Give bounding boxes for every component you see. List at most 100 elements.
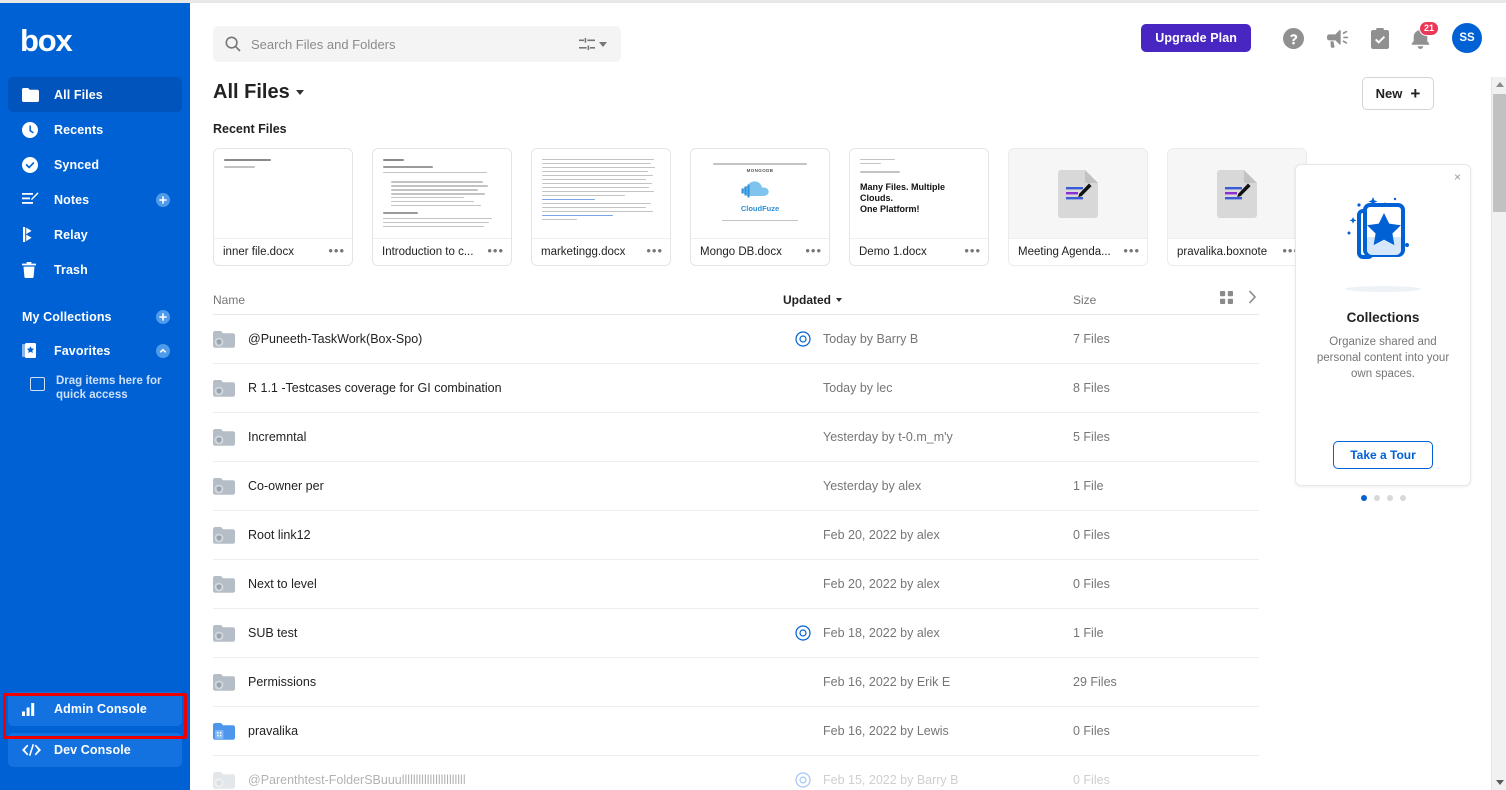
code-icon [22, 741, 42, 759]
row-name-cell: Incremntal [213, 428, 783, 446]
carousel-dot[interactable] [1399, 495, 1406, 501]
demo-thumb-line: Many Files. Multiple [860, 181, 946, 192]
sidebar-item-synced[interactable]: Synced [8, 147, 182, 182]
boxnote-icon [1058, 169, 1098, 218]
search-input[interactable] [251, 36, 579, 52]
plus-circle-icon[interactable] [156, 192, 170, 207]
row-name-cell: SUB test [213, 624, 783, 642]
row-name: Permissions [248, 675, 317, 689]
shared-link-icon[interactable] [783, 625, 823, 641]
chevron-up-circle-icon[interactable] [156, 343, 170, 358]
recent-file-card[interactable]: Introduction to c... ••• [372, 148, 512, 266]
column-header-name[interactable]: Name [213, 293, 783, 307]
sidebar-bottom-consoles: Admin Console Dev Console [0, 692, 190, 774]
sidebar-item-trash[interactable]: Trash [8, 252, 182, 287]
file-overflow-menu-icon[interactable]: ••• [805, 244, 822, 260]
check-circle-icon [22, 156, 42, 174]
take-a-tour-button[interactable]: Take a Tour [1333, 441, 1433, 469]
close-icon[interactable]: × [1454, 171, 1461, 183]
plus-icon: + [1410, 84, 1421, 103]
collections-illustration [1329, 191, 1437, 280]
row-size: 7 Files [1073, 332, 1110, 346]
sidebar-collections-list: Favorites [0, 333, 190, 368]
new-button[interactable]: New + [1362, 77, 1434, 110]
recent-file-card[interactable]: MONGODB CloudFuze Mongo DB.docx ••• [690, 148, 830, 266]
recent-file-card[interactable]: Many Files. Multiple Clouds. One Platfor… [849, 148, 989, 266]
shared-link-icon[interactable] [783, 772, 823, 788]
file-card-footer: pravalika.boxnote ••• [1168, 238, 1306, 265]
upgrade-plan-button[interactable]: Upgrade Plan [1141, 24, 1251, 52]
sidebar-item-label: Trash [54, 262, 88, 277]
plus-circle-icon[interactable] [156, 310, 170, 324]
table-row[interactable]: @Puneeth-TaskWork(Box-Spo) Today by Barr… [213, 315, 1259, 364]
table-row[interactable]: Incremntal Yesterday by t-0.m_m'y 5 File… [213, 413, 1259, 462]
row-updated: Feb 20, 2022 by alex [823, 528, 940, 542]
file-overflow-menu-icon[interactable]: ••• [964, 244, 981, 260]
table-row[interactable]: pravalika Feb 16, 2022 by Lewis 0 Files [213, 707, 1259, 756]
search-bar[interactable] [213, 26, 621, 62]
megaphone-icon[interactable] [1326, 28, 1349, 48]
file-name: marketingg.docx [541, 246, 626, 258]
file-overflow-menu-icon[interactable]: ••• [646, 244, 663, 260]
folder-icon [22, 86, 42, 104]
file-thumbnail [1168, 149, 1306, 238]
bell-icon[interactable]: 21 [1411, 20, 1439, 49]
grid-view-icon[interactable] [1220, 290, 1233, 309]
shared-link-icon[interactable] [783, 331, 823, 347]
sidebar-section-my-collections[interactable]: My Collections [8, 301, 182, 333]
sidebar-item-notes[interactable]: Notes [8, 182, 182, 217]
sidebar-item-dev-console[interactable]: Dev Console [8, 733, 182, 767]
scroll-down-button[interactable] [1492, 775, 1506, 790]
page-title-dropdown[interactable]: All Files [213, 81, 304, 104]
cloudfuze-label: CloudFuze [740, 203, 780, 213]
avatar[interactable]: SS [1452, 23, 1482, 53]
row-name: Incremntal [248, 430, 307, 444]
scrollbar-thumb[interactable] [1493, 94, 1506, 212]
column-header-size[interactable]: Size [1073, 293, 1193, 307]
row-name-cell: Permissions [213, 673, 783, 691]
folder-shared-icon [213, 575, 235, 593]
file-overflow-menu-icon[interactable]: ••• [487, 244, 504, 260]
trash-icon [22, 261, 42, 279]
file-card-footer: Mongo DB.docx ••• [691, 238, 829, 265]
row-name: Co-owner per [248, 479, 324, 493]
row-updated: Feb 16, 2022 by Lewis [823, 724, 949, 738]
chevron-right-icon[interactable] [1248, 290, 1257, 309]
plus-circle-icon [156, 158, 170, 172]
sidebar-item-relay[interactable]: Relay [8, 217, 182, 252]
table-header-row: Name Updated Size [213, 285, 1259, 315]
recent-file-card[interactable]: pravalika.boxnote ••• [1167, 148, 1307, 266]
top-bar: Upgrade Plan [190, 3, 1506, 77]
file-name: Introduction to c... [382, 246, 474, 258]
table-row[interactable]: Next to level Feb 20, 2022 by alex 0 Fil… [213, 560, 1259, 609]
file-overflow-menu-icon[interactable]: ••• [328, 244, 345, 260]
recent-file-card[interactable]: marketingg.docx ••• [531, 148, 671, 266]
carousel-dot[interactable] [1386, 495, 1393, 501]
sidebar-item-label: Recents [54, 122, 104, 137]
sidebar-item-admin-console[interactable]: Admin Console [8, 692, 182, 726]
clipboard-check-icon[interactable] [1371, 27, 1389, 49]
table-row[interactable]: Permissions Feb 16, 2022 by Erik E 29 Fi… [213, 658, 1259, 707]
table-row[interactable]: Co-owner per Yesterday by alex 1 File [213, 462, 1259, 511]
table-row[interactable]: R 1.1 -Testcases coverage for GI combina… [213, 364, 1259, 413]
carousel-dot[interactable] [1360, 495, 1367, 501]
brand-logo-area[interactable]: box [0, 3, 190, 77]
vertical-scrollbar[interactable] [1491, 77, 1506, 790]
search-filter-button[interactable] [579, 37, 607, 51]
scroll-up-button[interactable] [1492, 77, 1506, 92]
help-icon[interactable] [1283, 27, 1304, 49]
recent-file-card[interactable]: Meeting Agenda... ••• [1008, 148, 1148, 266]
table-row[interactable]: Root link12 Feb 20, 2022 by alex 0 Files [213, 511, 1259, 560]
table-row[interactable]: SUB test Feb 18, 2022 by alex 1 File [213, 609, 1259, 658]
recent-file-card[interactable]: inner file.docx ••• [213, 148, 353, 266]
file-overflow-menu-icon[interactable]: ••• [1123, 244, 1140, 260]
table-row[interactable]: @Parenthtest-FolderSBuuullllllllllllllll… [213, 756, 1259, 790]
row-name: @Parenthtest-FolderSBuuullllllllllllllll… [248, 773, 466, 787]
folder-shared-icon [213, 526, 235, 544]
carousel-dot[interactable] [1373, 495, 1380, 501]
sidebar-item-favorites[interactable]: Favorites [8, 333, 182, 368]
column-header-updated[interactable]: Updated [783, 293, 1073, 307]
sidebar-item-all-files[interactable]: All Files [8, 77, 182, 112]
sidebar-item-label: Favorites [54, 343, 111, 358]
sidebar-item-recents[interactable]: Recents [8, 112, 182, 147]
